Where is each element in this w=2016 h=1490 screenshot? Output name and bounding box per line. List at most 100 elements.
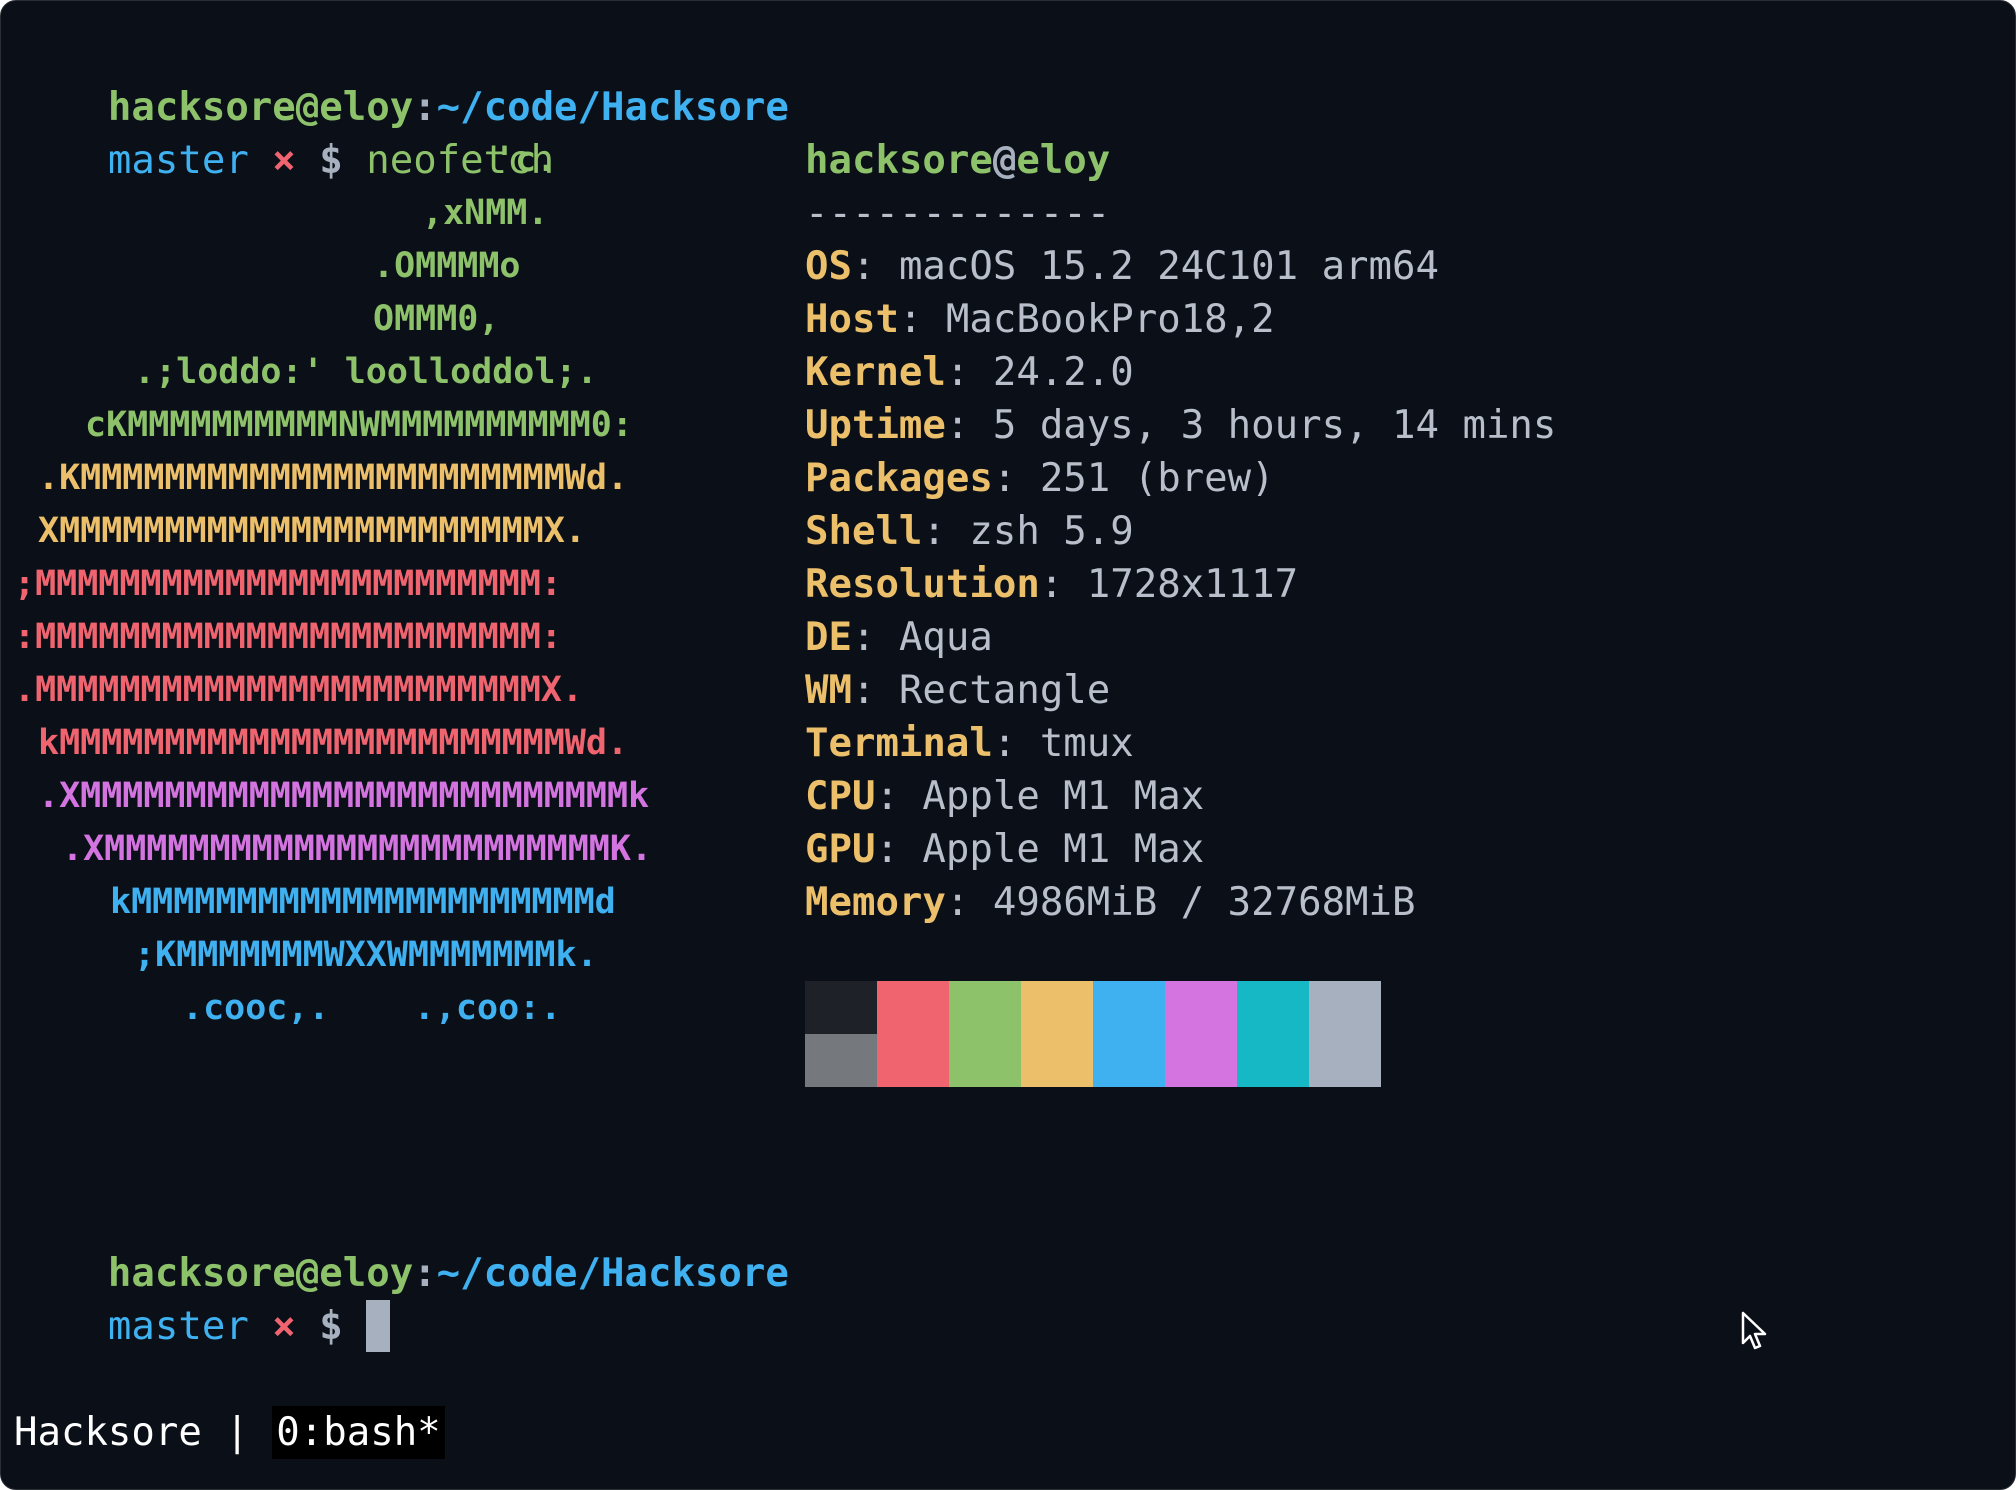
info-row-de: DE: Aqua <box>805 611 993 664</box>
ascii-art-line: .cooc,. .,coo:. <box>182 988 562 1028</box>
palette-swatch <box>1021 981 1093 1034</box>
info-row-os: OS: macOS 15.2 24C101 arm64 <box>805 240 1439 293</box>
arrow-cursor-icon <box>1741 1311 1767 1350</box>
palette-swatch <box>949 981 1021 1034</box>
info-key: Resolution <box>805 562 1040 607</box>
info-title-host: eloy <box>1016 138 1111 183</box>
prompt-symbol: $ <box>319 1304 343 1349</box>
palette-swatch <box>805 981 877 1034</box>
info-value: MacBookPro18,2 <box>945 297 1275 342</box>
info-separator: ------------- <box>805 191 1111 236</box>
info-value: Rectangle <box>898 668 1111 713</box>
tmux-divider: | <box>201 1410 273 1455</box>
info-row-resolution: Resolution: 1728x1117 <box>805 558 1298 611</box>
info-key: Memory <box>805 880 946 925</box>
ascii-art-line: 'c. <box>494 140 558 180</box>
git-branch: master <box>107 1304 249 1349</box>
ascii-art-line: ,xNMM. <box>422 193 549 233</box>
info-key: Host <box>805 297 899 342</box>
tmux-window-tab[interactable]: 0:bash* <box>272 1406 445 1459</box>
text-cursor[interactable] <box>366 1300 391 1352</box>
tmux-session-name: Hacksore <box>14 1410 202 1455</box>
palette-swatch <box>949 1034 1021 1087</box>
prompt-symbol: $ <box>319 138 343 183</box>
info-key-separator: : <box>1039 562 1087 607</box>
palette-swatch <box>1165 981 1237 1034</box>
ascii-art-line: .MMMMMMMMMMMMMMMMMMMMMMMMX. <box>14 670 583 710</box>
prompt-line-1: hacksore@eloy:~/code/Hacksore <box>14 28 789 130</box>
info-value: macOS 15.2 24C101 arm64 <box>898 244 1439 289</box>
ascii-art-line: XMMMMMMMMMMMMMMMMMMMMMMMX. <box>38 511 586 551</box>
palette-swatch <box>1093 981 1165 1034</box>
ascii-art-line: .;loddo:' loolloddol;. <box>134 352 598 392</box>
info-row-shell: Shell: zsh 5.9 <box>805 505 1134 558</box>
info-key-separator: : <box>898 297 946 342</box>
palette-swatch <box>805 1034 877 1087</box>
info-key-separator: : <box>875 827 923 872</box>
info-value: Aqua <box>898 615 993 660</box>
info-row-uptime: Uptime: 5 days, 3 hours, 14 mins <box>805 399 1556 452</box>
palette-swatch <box>877 1034 949 1087</box>
info-key: GPU <box>805 827 876 872</box>
prompt-colon: : <box>413 1251 437 1296</box>
info-key-separator: : <box>851 668 899 713</box>
git-dirty-mark: × <box>272 1304 296 1349</box>
palette-swatch <box>1093 1034 1165 1087</box>
info-value: 1728x1117 <box>1086 562 1299 607</box>
palette-swatch <box>1021 1034 1093 1087</box>
info-row-host: Host: MacBookPro18,2 <box>805 293 1275 346</box>
info-value: 4986MiB / 32768MiB <box>992 880 1416 925</box>
info-row-memory: Memory: 4986MiB / 32768MiB <box>805 876 1416 929</box>
info-value: Apple M1 Max <box>922 774 1205 819</box>
ascii-art-line: kMMMMMMMMMMMMMMMMMMMMMMMMWd. <box>38 723 629 763</box>
prompt-line-2: hacksore@eloy:~/code/Hacksore <box>14 1194 789 1296</box>
info-row-packages: Packages: 251 (brew) <box>805 452 1275 505</box>
ascii-art-line: .KMMMMMMMMMMMMMMMMMMMMMMMWd. <box>38 458 629 498</box>
info-key: Terminal <box>805 721 993 766</box>
info-row-cpu: CPU: Apple M1 Max <box>805 770 1204 823</box>
info-value: 251 (brew) <box>1039 456 1275 501</box>
info-title-user: hacksore <box>805 138 993 183</box>
palette-swatch <box>1309 981 1381 1034</box>
info-key: Kernel <box>805 350 946 395</box>
info-key-separator: : <box>851 615 899 660</box>
info-row-gpu: GPU: Apple M1 Max <box>805 823 1204 876</box>
info-key-separator: : <box>875 774 923 819</box>
info-key: Packages <box>805 456 993 501</box>
tmux-status-bar: Hacksore | 0:bash* <box>14 1406 445 1459</box>
info-value: zsh 5.9 <box>969 509 1134 554</box>
command-line-1: master × $ neofetch <box>14 81 554 183</box>
info-key: CPU <box>805 774 876 819</box>
info-value: Apple M1 Max <box>922 827 1205 872</box>
ascii-art-line: kMMMMMMMMMMMMMMMMMMMMMMd <box>110 882 616 922</box>
terminal-window[interactable]: hacksore@eloy:~/code/Hacksore master × $… <box>0 0 2016 1490</box>
ascii-art-line: OMMM0, <box>373 299 500 339</box>
palette-swatch <box>877 981 949 1034</box>
palette-swatch <box>1237 981 1309 1034</box>
info-key-separator: : <box>945 350 993 395</box>
info-key: Shell <box>805 509 923 554</box>
prompt-path: ~/code/Hacksore <box>436 1251 789 1296</box>
info-key-separator: : <box>992 721 1040 766</box>
color-palette <box>805 981 1381 1087</box>
info-key-separator: : <box>851 244 899 289</box>
info-key-separator: : <box>922 509 970 554</box>
ascii-art-line: :MMMMMMMMMMMMMMMMMMMMMMMM: <box>14 617 562 657</box>
ascii-art-line: .XMMMMMMMMMMMMMMMMMMMMMMMMMMk <box>38 776 650 816</box>
ascii-art-line: .XMMMMMMMMMMMMMMMMMMMMMMMMK. <box>62 829 653 869</box>
info-value: 24.2.0 <box>992 350 1134 395</box>
ascii-art-line: .OMMMMo <box>373 246 521 286</box>
info-title: hacksore@eloy <box>805 134 1110 187</box>
command-line-2[interactable]: master × $ <box>14 1247 391 1352</box>
info-key: DE <box>805 615 852 660</box>
info-key-separator: : <box>992 456 1040 501</box>
git-dirty-mark: × <box>272 138 296 183</box>
info-row-kernel: Kernel: 24.2.0 <box>805 346 1134 399</box>
info-key-separator: : <box>945 880 993 925</box>
info-key: Uptime <box>805 403 946 448</box>
ascii-art-line: ;MMMMMMMMMMMMMMMMMMMMMMMM: <box>14 564 562 604</box>
ascii-art-line: ;KMMMMMMMWXXWMMMMMMMk. <box>134 935 598 975</box>
info-value: 5 days, 3 hours, 14 mins <box>992 403 1557 448</box>
palette-swatch <box>1165 1034 1237 1087</box>
info-value: tmux <box>1039 721 1134 766</box>
